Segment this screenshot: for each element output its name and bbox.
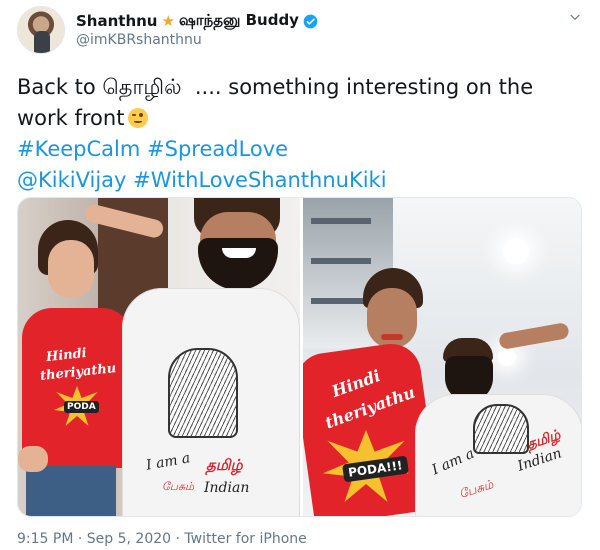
photo-man-smile (222, 248, 256, 258)
photo-woman-hand (18, 446, 48, 472)
chevron-down-icon[interactable] (568, 10, 582, 24)
tweet-text-prefix: Back to (17, 75, 103, 99)
meta-separator: · (73, 531, 87, 547)
photo-left-white-line2: Indian (204, 480, 250, 496)
photo-left-white-tamil: தமிழ் (206, 456, 243, 474)
tweet-meta: 9:15 PM · Sep 5, 2020 · Twitter for iPho… (17, 531, 307, 547)
tweet-text: Back to தொழில் .... something interestin… (17, 72, 577, 196)
photo-right-shelf-line3 (311, 298, 371, 304)
tweet-card: Shanthnu ★ ஷாந்தனு Buddy @imKBRshanthnu … (0, 0, 600, 550)
tweet-line-3: #KeepCalm #SpreadLove (17, 134, 577, 165)
tweet-text-tamil: தொழில் (102, 75, 182, 99)
hashtag-keepcalm[interactable]: #KeepCalm (17, 137, 140, 161)
meta-separator: · (171, 531, 185, 547)
photo-right-woman-lips (381, 334, 403, 340)
tweet-line-4: @KikiVijay #WithLoveShanthnuKiki (17, 165, 577, 196)
winking-face-icon (128, 108, 149, 128)
tweet-time[interactable]: 9:15 PM (17, 531, 73, 547)
author-name[interactable]: Shanthnu (76, 12, 158, 30)
author-name-suffix[interactable]: ஷாந்தனு Buddy (179, 11, 299, 31)
tweet-source[interactable]: Twitter for iPhone (184, 531, 306, 547)
hashtag-withloveshanthnukiki[interactable]: #WithLoveShanthnuKiki (133, 168, 386, 192)
photo-right-shirt-sketch (473, 404, 529, 454)
author-name-line[interactable]: Shanthnu ★ ஷாந்தனு Buddy (76, 11, 318, 31)
photo-woman-jeans (26, 466, 116, 516)
tweet-text-rest: .... something interesting on the (181, 75, 534, 99)
author-handle[interactable]: @imKBRshanthnu (76, 32, 202, 48)
photo-woman-face (48, 240, 94, 298)
tweet-line-1: Back to தொழில் .... something interestin… (17, 72, 577, 103)
tweet-date[interactable]: Sep 5, 2020 (87, 531, 171, 547)
photo-right-man-arm (498, 322, 570, 350)
photo-left-shirt-sketch (168, 348, 238, 438)
photo-right-ceiling-light (503, 238, 529, 264)
verified-badge-icon (303, 14, 318, 28)
photo-right-lamp (498, 348, 516, 366)
mention-kikivijay[interactable]: @KikiVijay (17, 168, 126, 192)
photo-left[interactable]: Hindi theriyathu PODA I am a தமிழ் பேசும… (18, 198, 300, 516)
photo-man-beard (198, 238, 278, 290)
photo-left-badge: PODA (64, 401, 99, 413)
author-avatar[interactable] (17, 6, 65, 54)
photo-right[interactable]: Hindi theriyathu PODA!!! I am a தமிழ் In… (303, 198, 581, 516)
tweet-text-line2: work front (17, 106, 125, 130)
star-emoji-icon: ★ (161, 11, 175, 30)
hashtag-spreadlove[interactable]: #SpreadLove (147, 137, 288, 161)
tweet-line-2: work front (17, 103, 577, 134)
photo-right-shelf-line1 (311, 218, 371, 224)
tweet-media: Hindi theriyathu PODA I am a தமிழ் பேசும… (17, 197, 582, 517)
photo-left-white-tamil2: பேசும் (162, 480, 195, 493)
photo-right-shelf-line2 (311, 258, 371, 264)
